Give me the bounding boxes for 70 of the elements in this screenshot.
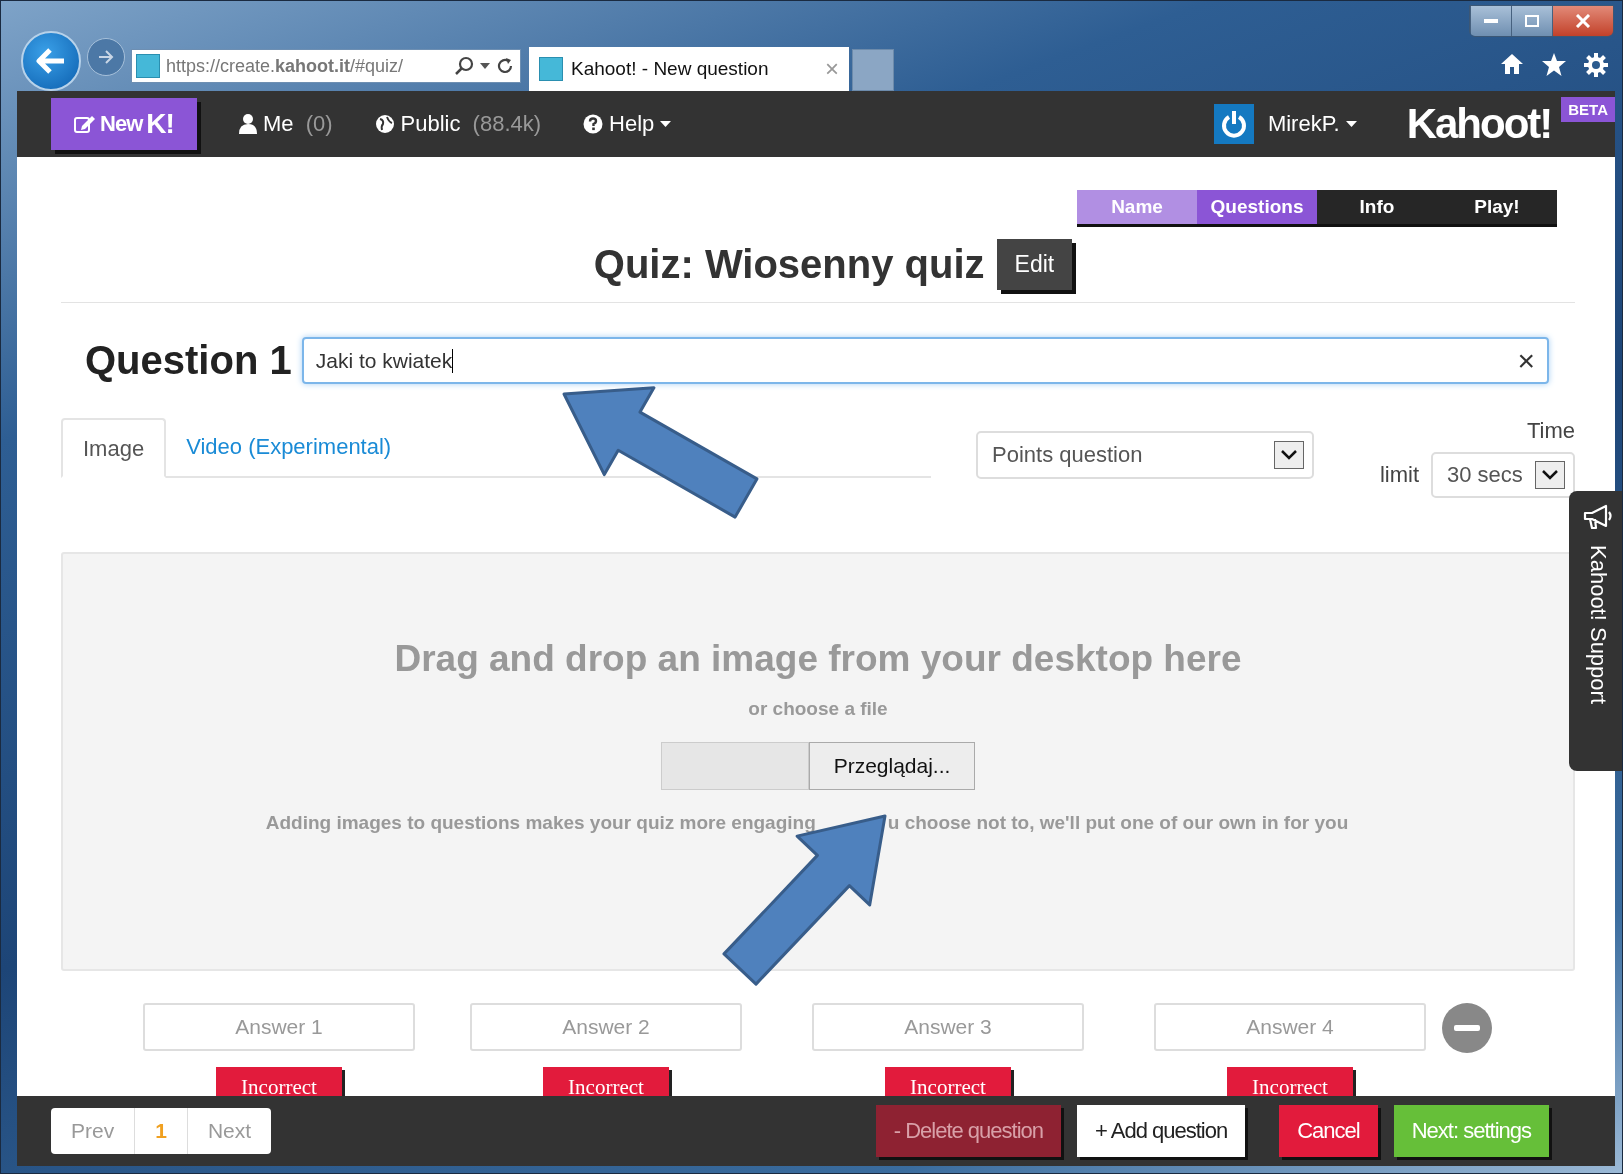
answer-field[interactable]: Answer 1 xyxy=(143,1003,415,1051)
edit-icon xyxy=(74,114,97,134)
caret-icon[interactable] xyxy=(480,63,490,69)
footer-button[interactable]: - Delete question xyxy=(875,1105,1062,1157)
footer-button[interactable]: Cancel xyxy=(1279,1105,1378,1157)
beta-badge: BETA xyxy=(1561,97,1615,122)
close-icon xyxy=(1575,14,1591,28)
help-icon xyxy=(583,114,604,134)
step-tab[interactable]: Play! xyxy=(1437,190,1557,227)
back-button[interactable] xyxy=(21,31,81,91)
correctness-toggle[interactable]: Incorrect xyxy=(216,1067,342,1096)
question-label: Question 1 xyxy=(85,338,292,383)
minimize-icon xyxy=(1484,19,1498,23)
correctness-toggle[interactable]: Incorrect xyxy=(885,1067,1011,1096)
step-tab[interactable]: Questions xyxy=(1197,190,1317,227)
home-icon[interactable] xyxy=(1500,53,1524,75)
support-tab[interactable]: Kahoot! Support xyxy=(1569,491,1622,771)
drop-zone-note: u choose not to, we'll put one of our own in for you xyxy=(887,812,1349,834)
close-button[interactable] xyxy=(1552,6,1613,36)
search-icon[interactable] xyxy=(454,56,474,76)
drop-zone-subheading: or choose a file xyxy=(748,698,888,720)
star-icon[interactable] xyxy=(1542,53,1566,76)
drop-zone-note: Adding images to questions makes your quiz more engaging xyxy=(265,812,816,834)
refresh-icon[interactable] xyxy=(496,57,514,75)
forward-button[interactable] xyxy=(87,38,125,76)
footer-button[interactable]: + Add question xyxy=(1077,1105,1246,1157)
image-drop-zone[interactable]: Drag and drop an image from your desktop here or choose a file Przeglądaj... Adding images to questions makes your quiz more engaging u choose not to, we'll put one of our own in for you xyxy=(61,552,1575,971)
logo[interactable]: Kahoot! xyxy=(1406,100,1552,148)
address-text: https://create.kahoot.it/#quiz/ xyxy=(166,55,405,77)
browser-tab[interactable]: Kahoot! - New question × xyxy=(529,47,849,91)
browse-button[interactable]: Przeglądaj... xyxy=(809,742,975,790)
time-limit-label: Time xyxy=(1526,418,1575,444)
user-menu[interactable]: MirekP. xyxy=(1267,111,1357,137)
nav-menu-item[interactable]: Help xyxy=(583,111,672,137)
address-bar[interactable]: https://create.kahoot.it/#quiz/ xyxy=(131,49,521,83)
remove-answer-button[interactable] xyxy=(1442,1003,1492,1053)
power-button[interactable] xyxy=(1213,104,1254,144)
clear-button[interactable]: × xyxy=(1517,343,1535,378)
quiz-title: Quiz: Wiosenny quiz xyxy=(593,242,985,287)
time-limit-label: limit xyxy=(1379,462,1419,488)
settings-icon[interactable] xyxy=(1584,53,1608,77)
file-name-field[interactable] xyxy=(661,742,809,790)
answer-field[interactable]: Answer 4 xyxy=(1154,1003,1426,1051)
back-arrow-icon xyxy=(36,48,66,74)
person-icon xyxy=(239,114,257,134)
time-limit-select[interactable]: 30 secs xyxy=(1431,452,1575,498)
nav-menu-item[interactable]: Me (0) xyxy=(239,111,333,137)
drop-zone-heading: Drag and drop an image from your desktop here xyxy=(394,638,1242,680)
megaphone-icon xyxy=(1582,503,1614,531)
site-favicon-icon xyxy=(539,57,563,81)
nav-menu-item[interactable]: Public (88.4k) xyxy=(374,111,542,137)
site-favicon-icon xyxy=(136,54,160,78)
media-tab[interactable]: Video (Experimental) xyxy=(166,418,412,476)
question-type-select[interactable]: Points question xyxy=(976,431,1314,479)
answer-field[interactable]: Answer 3 xyxy=(812,1003,1084,1051)
correctness-toggle[interactable]: Incorrect xyxy=(1227,1067,1353,1096)
globe-icon xyxy=(374,114,395,134)
maximize-button[interactable] xyxy=(1511,6,1552,36)
minimize-button[interactable] xyxy=(1470,6,1511,36)
step-tab[interactable]: Info xyxy=(1317,190,1437,227)
minus-icon xyxy=(1454,1025,1480,1031)
answer-field[interactable]: Answer 2 xyxy=(470,1003,742,1051)
forward-arrow-icon xyxy=(97,49,115,65)
caret-icon xyxy=(1345,121,1357,127)
correctness-toggle[interactable]: Incorrect xyxy=(543,1067,669,1096)
maximize-icon xyxy=(1525,15,1539,27)
media-tab[interactable]: Image xyxy=(61,418,167,478)
question-field[interactable]: Jaki to kwiatek × xyxy=(301,337,1549,384)
tab-title: Kahoot! - New question xyxy=(571,58,770,80)
caret-icon xyxy=(660,121,672,127)
